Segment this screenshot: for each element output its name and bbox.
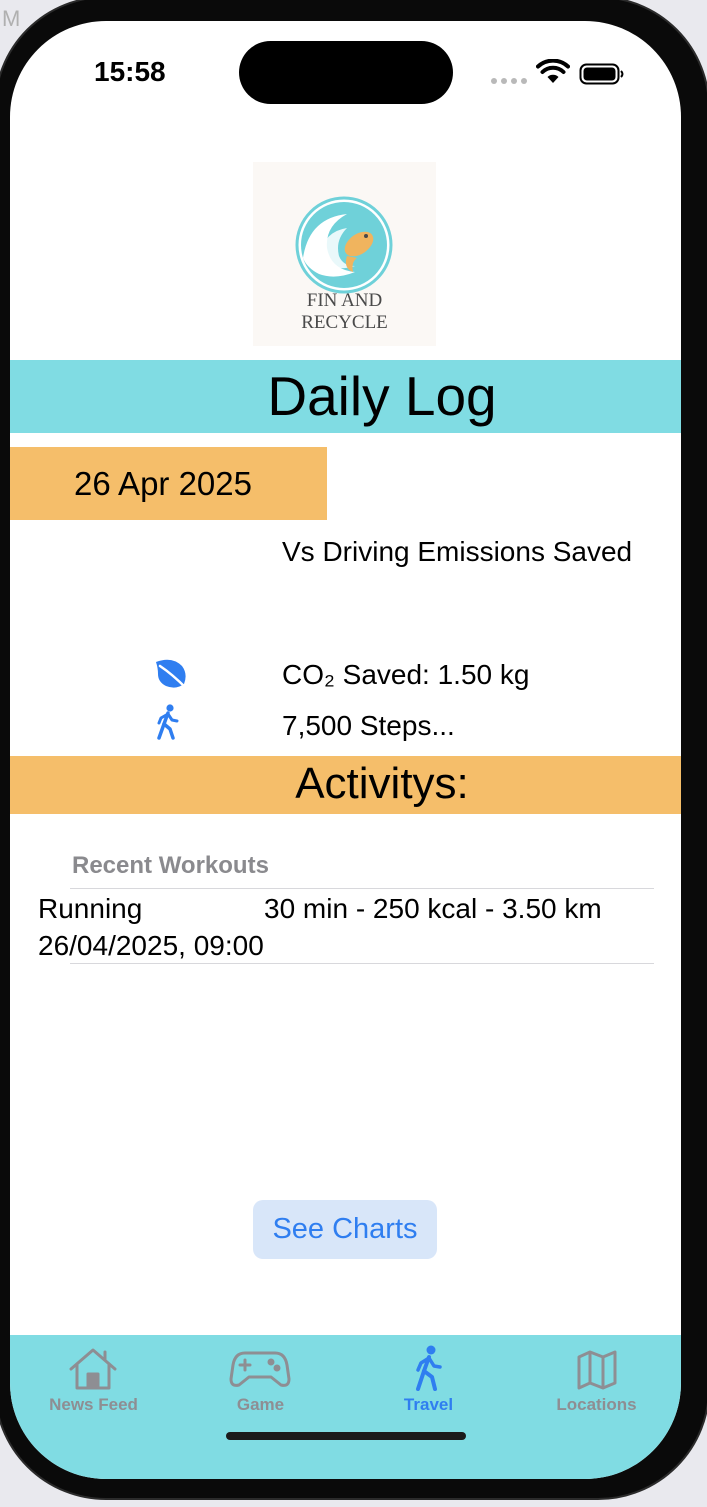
wifi-icon <box>536 59 570 83</box>
logo-text-line1: FIN AND <box>306 290 383 311</box>
background-window-title: M <box>2 6 21 31</box>
battery-icon <box>579 63 624 85</box>
walk-icon <box>157 704 179 740</box>
status-time: 15:58 <box>94 56 166 87</box>
tab-label: Game <box>236 1395 285 1414</box>
cellular-signal-icon <box>491 78 527 84</box>
workout-datetime: 26/04/2025, 09:00 <box>38 930 264 961</box>
phone-screen: 15:58 FIN AND RECYCLE Daily Log 26 Apr 2… <box>10 21 681 1479</box>
date-picker[interactable]: 26 Apr 2025 <box>10 447 327 520</box>
see-charts-button[interactable]: See Charts <box>253 1200 437 1259</box>
gamecontroller-icon <box>229 1351 291 1387</box>
tab-label: Locations <box>556 1395 637 1414</box>
home-indicator <box>226 1432 466 1440</box>
workout-stats: 30 min - 250 kcal - 3.50 km <box>264 893 602 924</box>
daily-log-header: Daily Log <box>10 360 681 433</box>
activities-header: Activitys: <box>10 756 681 814</box>
leaf-icon <box>156 659 188 690</box>
co2-saved-text: CO₂ Saved: 1.50 kg <box>282 659 530 690</box>
workout-name: Running <box>38 893 143 924</box>
wave-fish-emblem-icon <box>295 196 393 294</box>
tab-bar: News Feed Game Travel Locations <box>10 1335 681 1479</box>
phone-frame: 15:58 FIN AND RECYCLE Daily Log 26 Apr 2… <box>0 0 707 1500</box>
page-title: Daily Log <box>267 365 497 427</box>
activities-title: Activitys: <box>295 759 469 808</box>
map-icon <box>577 1350 617 1390</box>
fin-and-recycle-logo: FIN AND RECYCLE <box>253 162 436 346</box>
tab-news-feed[interactable]: News Feed <box>10 1335 177 1425</box>
recent-workouts-header: Recent Workouts <box>72 852 269 879</box>
tab-game[interactable]: Game <box>177 1335 344 1425</box>
house-icon <box>69 1348 117 1390</box>
divider <box>70 888 654 889</box>
logo-text-line2: RECYCLE <box>301 312 388 333</box>
tab-label: News Feed <box>49 1395 138 1414</box>
tab-locations[interactable]: Locations <box>513 1335 680 1425</box>
tab-label: Travel <box>403 1395 454 1414</box>
steps-text: 7,500 Steps... <box>282 710 455 741</box>
dynamic-island <box>239 41 453 104</box>
tab-travel[interactable]: Travel <box>345 1335 512 1425</box>
date-label: 26 Apr 2025 <box>74 465 252 502</box>
emissions-comparison-label: Vs Driving Emissions Saved <box>282 536 633 567</box>
walk-icon <box>416 1345 442 1391</box>
divider <box>70 963 654 964</box>
